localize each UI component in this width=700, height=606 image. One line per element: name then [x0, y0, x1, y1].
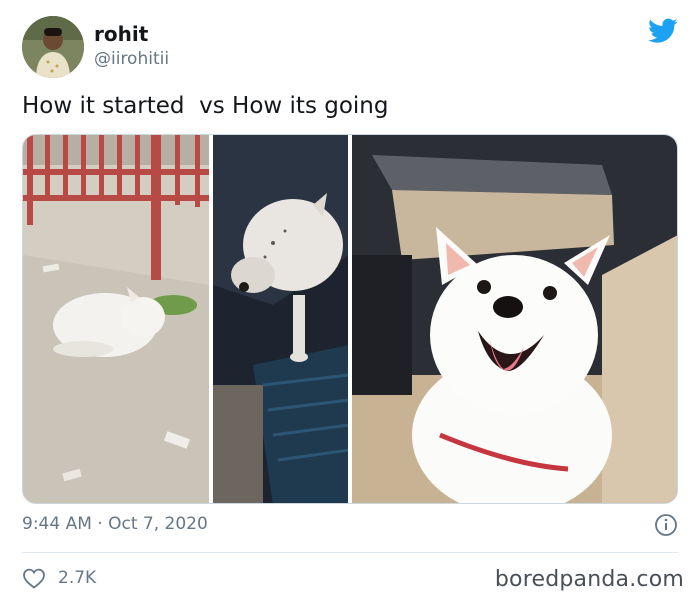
author-handle[interactable]: @iirohitii — [94, 48, 169, 70]
info-icon[interactable] — [654, 513, 678, 537]
heart-icon[interactable] — [22, 567, 46, 589]
tweet-media[interactable] — [22, 134, 678, 504]
photo-how-its-going[interactable] — [352, 135, 677, 503]
tweet-card: rohit @iirohitii How it started vs How i… — [0, 0, 700, 606]
like-button[interactable]: 2.7K — [22, 566, 96, 590]
footer-divider — [22, 552, 678, 553]
tweet-timestamp[interactable]: 9:44 AM · Oct 7, 2020 — [22, 512, 208, 536]
watermark: boredpanda.com — [494, 567, 684, 592]
author-name[interactable]: rohit — [94, 22, 148, 46]
like-count: 2.7K — [58, 568, 97, 588]
twitter-bird-icon[interactable] — [648, 18, 678, 44]
photo-how-it-started[interactable] — [23, 135, 348, 503]
avatar[interactable] — [22, 16, 84, 78]
tweet-text: How it started vs How its going — [22, 93, 389, 119]
